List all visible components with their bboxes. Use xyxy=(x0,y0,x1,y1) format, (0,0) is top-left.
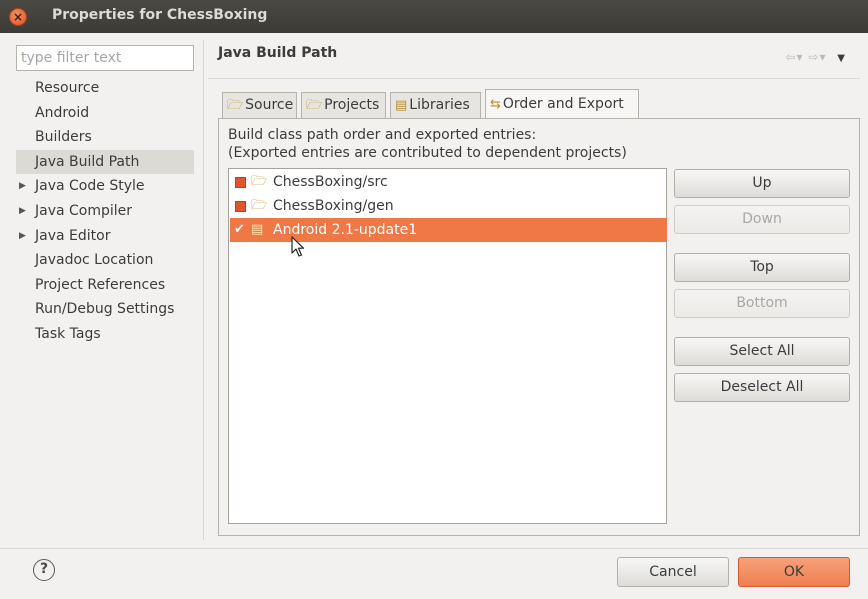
tab-libraries[interactable]: ▤ Libraries xyxy=(390,92,481,118)
export-checkbox[interactable]: ✔ xyxy=(234,218,245,242)
cancel-button[interactable]: Cancel xyxy=(617,557,729,587)
properties-dialog: × Properties for ChessBoxing Resource An… xyxy=(0,0,868,599)
tab-order-and-export[interactable]: ⇆ Order and Export xyxy=(485,89,639,119)
close-button[interactable]: × xyxy=(9,8,27,26)
splitter[interactable] xyxy=(203,40,204,540)
tree-item-project-references[interactable]: Project References xyxy=(16,273,194,298)
deselect-all-button[interactable]: Deselect All xyxy=(674,373,850,402)
window-title: Properties for ChessBoxing xyxy=(52,7,268,23)
description-line-2: (Exported entries are contributed to dep… xyxy=(228,145,627,161)
tree-item-label: Run/Debug Settings xyxy=(35,301,175,318)
source-folder-icon: 🗁 xyxy=(251,174,268,189)
tab-label: Order and Export xyxy=(502,96,624,112)
tree-item-android[interactable]: Android xyxy=(16,101,194,126)
expand-arrow-icon[interactable]: ▶ xyxy=(19,199,26,223)
entry-label: ChessBoxing/gen xyxy=(273,198,394,214)
library-icon: ▤ xyxy=(251,222,264,237)
projects-icon: 🗁 xyxy=(306,98,323,113)
tree-item-run-debug-settings[interactable]: Run/Debug Settings xyxy=(16,297,194,322)
help-button[interactable]: ? xyxy=(33,559,55,581)
tree-item-label: Project References xyxy=(35,276,166,293)
expand-arrow-icon[interactable]: ▶ xyxy=(19,224,26,248)
mouse-pointer-icon xyxy=(291,236,305,257)
tree-item-label: Java Code Style xyxy=(35,178,145,195)
classpath-entries-list[interactable]: 🗁 ChessBoxing/src 🗁 ChessBoxing/gen ✔ ▤ … xyxy=(228,168,667,524)
tree-item-resource[interactable]: Resource xyxy=(16,76,194,101)
tab-source[interactable]: 🗁 Source xyxy=(222,92,297,118)
tree-item-label: Java Build Path xyxy=(35,153,140,170)
expand-arrow-icon[interactable]: ▶ xyxy=(19,174,26,198)
description-line-1: Build class path order and exported entr… xyxy=(228,127,537,143)
tree-item-label: Java Compiler xyxy=(35,202,133,219)
divider xyxy=(0,548,868,549)
tree-item-task-tags[interactable]: Task Tags xyxy=(16,322,194,347)
tree-item-javadoc-location[interactable]: Javadoc Location xyxy=(16,248,194,273)
tree-item-label: Task Tags xyxy=(35,325,101,342)
list-item[interactable]: 🗁 ChessBoxing/gen xyxy=(230,194,667,218)
ok-button[interactable]: OK xyxy=(738,557,850,587)
export-checkbox[interactable] xyxy=(235,177,246,188)
page-title: Java Build Path xyxy=(218,45,338,61)
libraries-icon: ▤ xyxy=(395,98,408,113)
select-all-button[interactable]: Select All xyxy=(674,337,850,366)
tree-item-java-build-path[interactable]: Java Build Path xyxy=(16,149,194,175)
tree-item-java-editor[interactable]: ▶ Java Editor xyxy=(16,224,194,249)
down-button[interactable]: Down xyxy=(674,205,850,234)
top-button[interactable]: Top xyxy=(674,253,850,282)
tree-item-label: Android xyxy=(35,104,90,121)
entry-label: ChessBoxing/src xyxy=(273,174,388,190)
up-button[interactable]: Up xyxy=(674,169,850,198)
export-checkbox[interactable] xyxy=(235,201,246,212)
back-arrow-icon[interactable]: ⇦▾ xyxy=(785,50,803,64)
title-bar[interactable]: × Properties for ChessBoxing xyxy=(0,0,868,33)
tab-label: Projects xyxy=(324,97,380,113)
tree-item-label: Builders xyxy=(35,129,92,146)
source-folder-icon: 🗁 xyxy=(251,198,268,213)
source-folder-icon: 🗁 xyxy=(227,98,244,113)
order-export-icon: ⇆ xyxy=(490,97,501,112)
tree-item-java-compiler[interactable]: ▶ Java Compiler xyxy=(16,199,194,224)
property-tree: Resource Android Builders Java Build Pat… xyxy=(16,76,194,347)
filter-input[interactable] xyxy=(16,45,194,71)
tab-label: Libraries xyxy=(409,97,470,113)
tab-label: Source xyxy=(245,97,294,113)
tab-projects[interactable]: 🗁 Projects xyxy=(301,92,386,118)
list-item[interactable]: 🗁 ChessBoxing/src xyxy=(230,170,667,194)
tree-item-label: Java Editor xyxy=(35,227,111,244)
view-menu-icon[interactable]: ▼ xyxy=(837,53,846,64)
bottom-button[interactable]: Bottom xyxy=(674,289,850,318)
help-icon: ? xyxy=(39,561,49,577)
tree-item-label: Javadoc Location xyxy=(35,252,154,269)
close-icon: × xyxy=(12,10,24,24)
history-nav: ⇦▾ ⇨▾ ▼ xyxy=(785,50,846,64)
tree-item-java-code-style[interactable]: ▶ Java Code Style xyxy=(16,174,194,199)
description: Build class path order and exported entr… xyxy=(228,126,627,162)
divider xyxy=(208,78,860,79)
forward-arrow-icon[interactable]: ⇨▾ xyxy=(808,50,826,64)
tree-item-builders[interactable]: Builders xyxy=(16,125,194,150)
tree-item-label: Resource xyxy=(35,80,100,96)
